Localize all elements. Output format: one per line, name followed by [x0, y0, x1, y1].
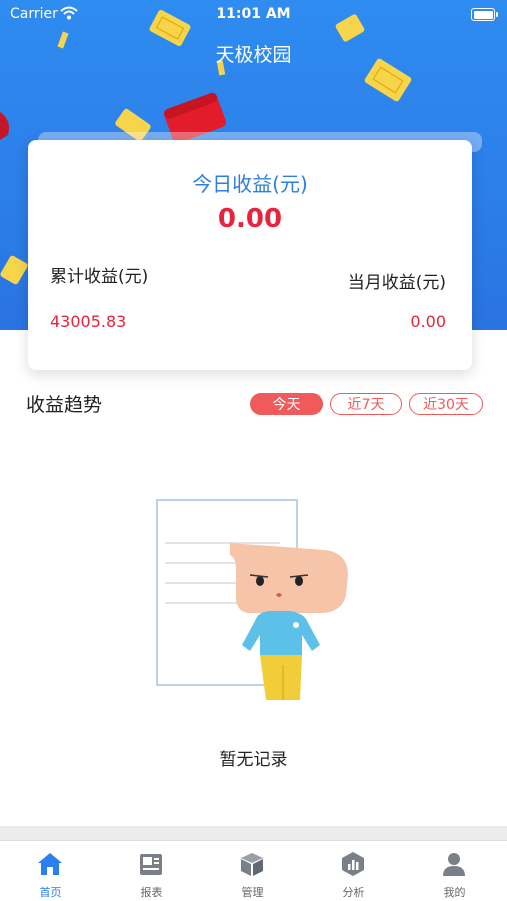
status-time: 11:01 AM [216, 6, 291, 22]
total-earnings-value: 43005.83 [50, 312, 127, 331]
today-earnings-value: 0.00 [217, 204, 283, 234]
empty-state-illustration [156, 499, 348, 700]
tab-manage-label: 管理 [241, 886, 264, 899]
tab-mine-label: 我的 [443, 886, 466, 899]
tab-home[interactable]: 首页 [0, 841, 101, 901]
range-today-button[interactable]: 今天 [250, 393, 323, 415]
month-earnings-value: 0.00 [410, 312, 446, 331]
empty-state-text: 暂无记录 [219, 750, 288, 770]
tab-report-label: 报表 [140, 886, 163, 899]
month-earnings-label: 当月收益(元) [347, 273, 446, 293]
page-title: 天极校园 [215, 44, 292, 66]
tab-manage[interactable]: 管理 [202, 841, 303, 901]
status-bar: Carrier 11:01 AM [0, 0, 507, 28]
earnings-summary-card: 今日收益(元) 0.00 累计收益(元) 当月收益(元) 43005.83 0.… [28, 140, 472, 370]
tab-analysis[interactable]: 分析 [303, 841, 404, 901]
user-icon [443, 853, 465, 876]
home-icon [38, 853, 62, 875]
report-icon [140, 854, 162, 875]
box-icon [241, 853, 263, 876]
range-30-days-button[interactable]: 近30天 [409, 393, 483, 415]
total-earnings-label: 累计收益(元) [50, 267, 149, 287]
tab-bar-divider [0, 826, 507, 840]
tab-bar: 首页 报表 管理 分析 我的 [0, 840, 507, 901]
range-7-days-button[interactable]: 近7天 [330, 393, 402, 415]
trend-section-title: 收益趋势 [26, 394, 103, 416]
tab-analysis-label: 分析 [342, 886, 365, 899]
battery-icon [471, 8, 498, 21]
analysis-icon [342, 852, 364, 876]
tab-report[interactable]: 报表 [101, 841, 202, 901]
tab-home-label: 首页 [39, 886, 62, 899]
tab-mine[interactable]: 我的 [404, 841, 505, 901]
today-earnings-label: 今日收益(元) [192, 172, 308, 196]
